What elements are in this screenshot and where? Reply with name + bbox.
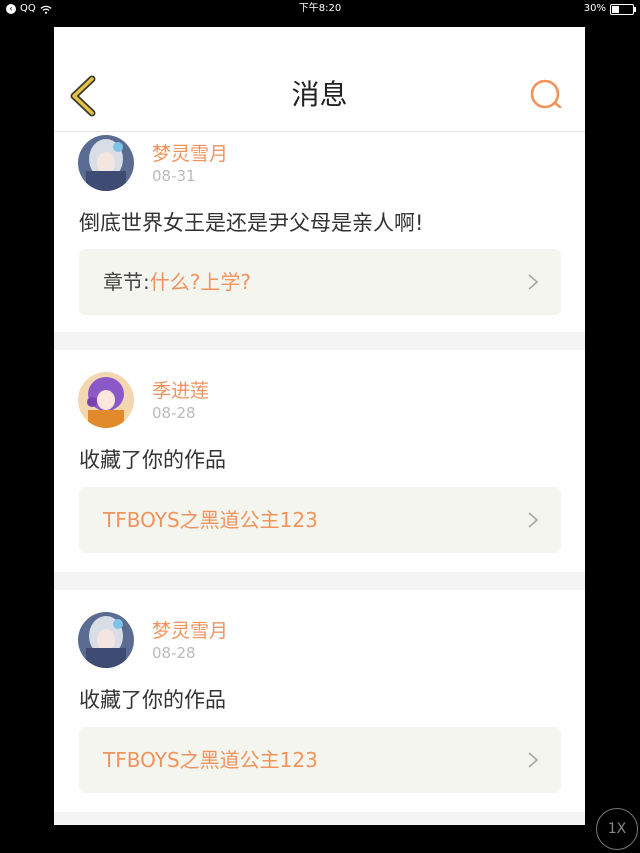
app-window: 消息 梦灵雪月 08-31 倒底世界女王是还是尹父母是亲人啊! 章节:什么?上学… [54,27,585,825]
battery-percent: 30% [583,3,606,14]
ref-link: TFBOYS之黑道公主123 [103,508,318,532]
message-item: 梦灵雪月 08-28 收藏了你的作品 TFBOYS之黑道公主123 [54,590,585,812]
message-item: 梦灵雪月 08-31 倒底世界女王是还是尹父母是亲人啊! 章节:什么?上学? [54,132,585,332]
ref-prefix: 章节: [103,270,150,294]
chevron-right-icon [528,512,539,528]
chevron-right-icon [528,752,539,768]
divider [54,332,585,350]
message-date: 08-28 [152,644,196,662]
username[interactable]: 季进莲 [152,376,209,403]
search-icon[interactable] [529,77,565,113]
referenced-chapter[interactable]: 章节:什么?上学? [79,249,561,315]
speed-toggle-button[interactable]: 1X [596,808,638,850]
status-bar: ‹ QQ 下午8:20 30% [0,0,640,18]
referenced-work[interactable]: TFBOYS之黑道公主123 [79,487,561,553]
referenced-work[interactable]: TFBOYS之黑道公主123 [79,727,561,793]
message-text: 收藏了你的作品 [79,688,226,712]
status-time: 下午8:20 [298,3,342,14]
divider [54,572,585,590]
avatar[interactable] [78,135,134,191]
divider [54,812,585,825]
battery-icon [610,3,636,15]
message-text: 倒底世界女王是还是尹父母是亲人啊! [79,211,424,235]
message-date: 08-31 [152,167,196,185]
username[interactable]: 梦灵雪月 [152,139,228,166]
avatar[interactable] [78,612,134,668]
message-text: 收藏了你的作品 [79,448,226,472]
chevron-right-icon [528,274,539,290]
nav-bar: 消息 [54,27,585,132]
page-title: 消息 [291,78,348,111]
ref-link: 什么?上学? [149,270,251,294]
username[interactable]: 梦灵雪月 [152,616,228,643]
ref-link: TFBOYS之黑道公主123 [103,748,318,772]
message-list[interactable]: 梦灵雪月 08-31 倒底世界女王是还是尹父母是亲人啊! 章节:什么?上学? 季… [54,132,585,825]
avatar[interactable] [78,372,134,428]
message-item: 季进莲 08-28 收藏了你的作品 TFBOYS之黑道公主123 [54,350,585,572]
message-date: 08-28 [152,404,196,422]
